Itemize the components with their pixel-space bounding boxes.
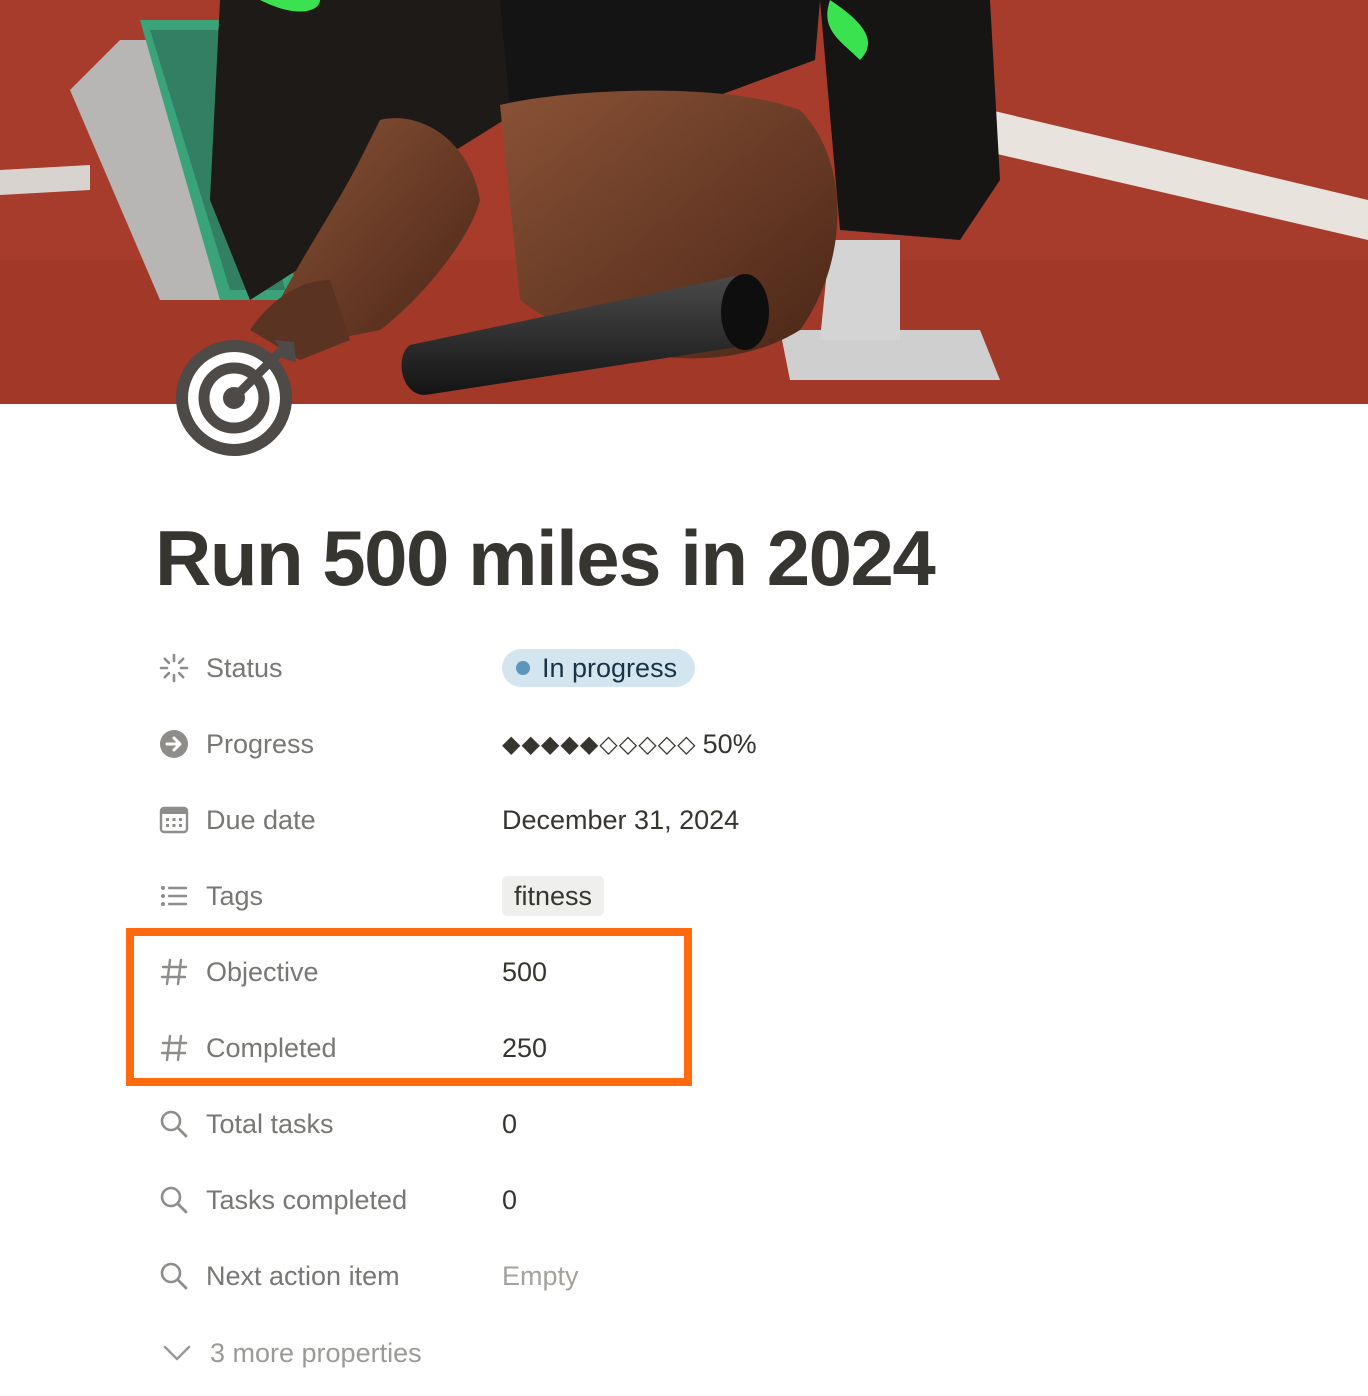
property-label[interactable]: Due date [158, 782, 502, 858]
due-date-value[interactable]: December 31, 2024 [502, 805, 739, 836]
property-row-tags[interactable]: Tags fitness [158, 858, 1058, 934]
property-row-progress[interactable]: Progress ◆◆◆◆◆◇◇◇◇◇ 50% [158, 706, 1058, 782]
more-properties-label: 3 more properties [210, 1337, 422, 1368]
next-action-item-value[interactable]: Empty [502, 1261, 579, 1292]
property-label[interactable]: Status [158, 630, 502, 706]
property-label-text: Due date [206, 804, 316, 835]
property-label-text: Objective [206, 956, 319, 987]
property-row-tasks-completed[interactable]: Tasks completed 0 [158, 1162, 1058, 1238]
progress-diamonds: ◆◆◆◆◆◇◇◇◇◇ [502, 730, 697, 758]
search-icon [158, 1256, 198, 1296]
property-label[interactable]: Completed [158, 1010, 502, 1086]
total-tasks-value[interactable]: 0 [502, 1109, 517, 1140]
completed-value[interactable]: 250 [502, 1033, 547, 1064]
property-label[interactable]: Tags [158, 858, 502, 934]
page-title[interactable]: Run 500 miles in 2024 [155, 512, 936, 604]
property-value[interactable]: In progress [502, 649, 696, 687]
property-label-text: Tasks completed [206, 1184, 408, 1215]
property-row-total-tasks[interactable]: Total tasks 0 [158, 1086, 1058, 1162]
chevron-down-icon [163, 1345, 191, 1361]
property-label-text: Completed [206, 1032, 337, 1063]
arrow-circle-icon [158, 724, 198, 764]
status-dot-icon [516, 661, 530, 675]
property-label[interactable]: Objective [158, 934, 502, 1010]
more-properties-toggle[interactable]: 3 more properties [162, 1330, 422, 1376]
search-icon [158, 1180, 198, 1220]
property-label-text: Total tasks [206, 1108, 334, 1139]
property-label-text: Next action item [206, 1260, 400, 1291]
status-badge[interactable]: In progress [502, 649, 696, 687]
objective-value[interactable]: 500 [502, 957, 547, 988]
progress-percent: 50% [702, 728, 757, 759]
property-label[interactable]: Total tasks [158, 1086, 502, 1162]
list-icon [158, 876, 198, 916]
status-icon [158, 648, 198, 688]
property-value[interactable]: fitness [502, 876, 605, 916]
progress-value[interactable]: ◆◆◆◆◆◇◇◇◇◇ 50% [502, 729, 757, 760]
property-row-next-action-item[interactable]: Next action item Empty [158, 1238, 1058, 1314]
property-label-text: Tags [206, 880, 264, 911]
property-label[interactable]: Progress [158, 706, 502, 782]
tasks-completed-value[interactable]: 0 [502, 1185, 517, 1216]
property-label-text: Progress [206, 728, 315, 759]
property-label-text: Status [206, 652, 283, 683]
search-icon [158, 1104, 198, 1144]
property-row-due-date[interactable]: Due date December 31, 2024 [158, 782, 1058, 858]
status-text: In progress [542, 652, 678, 683]
property-label[interactable]: Next action item [158, 1238, 502, 1314]
calendar-icon [158, 800, 198, 840]
hash-icon [158, 952, 198, 992]
property-row-status[interactable]: Status In progress [158, 630, 1058, 706]
property-label[interactable]: Tasks completed [158, 1162, 502, 1238]
tag-fitness[interactable]: fitness [502, 876, 605, 916]
target-icon[interactable] [170, 332, 300, 462]
hash-icon [158, 1028, 198, 1068]
property-row-objective[interactable]: Objective 500 [158, 934, 1058, 1010]
property-row-completed[interactable]: Completed 250 [158, 1010, 1058, 1086]
